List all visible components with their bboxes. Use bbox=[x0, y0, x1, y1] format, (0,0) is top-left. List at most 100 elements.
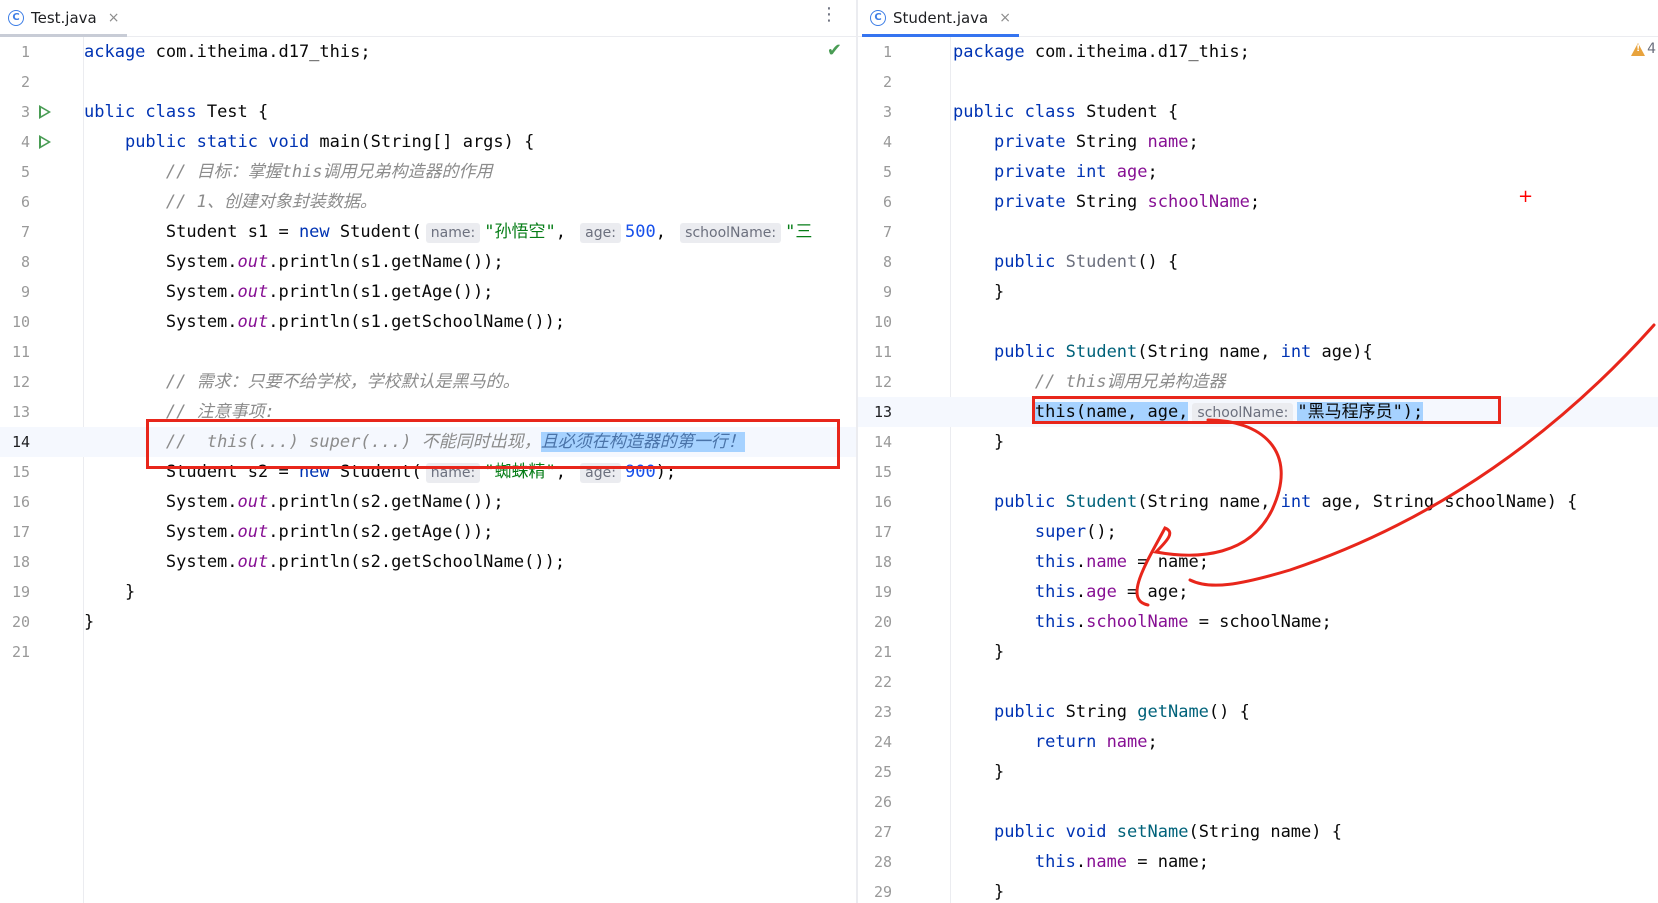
line-number[interactable]: 21 bbox=[858, 637, 892, 667]
line-number[interactable]: 2 bbox=[0, 67, 30, 97]
code-text[interactable]: } bbox=[84, 607, 94, 637]
code-line[interactable]: 19 } bbox=[0, 577, 856, 607]
code-text[interactable]: this.name = name; bbox=[953, 547, 1209, 577]
line-number[interactable]: 20 bbox=[0, 607, 30, 637]
code-line[interactable]: 12 // 需求：只要不给学校，学校默认是黑马的。 bbox=[0, 367, 856, 397]
code-line[interactable]: 23 public String getName() { bbox=[858, 697, 1658, 727]
code-line[interactable]: 3 ublic class Test { bbox=[0, 97, 856, 127]
line-number[interactable]: 4 bbox=[0, 127, 30, 157]
code-line[interactable]: 10 System.out.println(s1.getSchoolName()… bbox=[0, 307, 856, 337]
code-text[interactable]: // 1、创建对象封装数据。 bbox=[84, 187, 377, 217]
line-number[interactable]: 1 bbox=[0, 37, 30, 67]
code-text[interactable]: public String getName() { bbox=[953, 697, 1250, 727]
code-line[interactable]: 17 super(); bbox=[858, 517, 1658, 547]
line-number[interactable]: 22 bbox=[858, 667, 892, 697]
code-line[interactable]: 29 } bbox=[858, 877, 1658, 903]
code-text[interactable]: System.out.println(s2.getSchoolName()); bbox=[84, 547, 565, 577]
code-text[interactable]: this.name = name; bbox=[953, 847, 1209, 877]
code-line[interactable]: 8 public Student() { bbox=[858, 247, 1658, 277]
line-number[interactable]: 13 bbox=[858, 397, 892, 427]
line-number[interactable]: 18 bbox=[858, 547, 892, 577]
code-line[interactable]: 6 private String schoolName; bbox=[858, 187, 1658, 217]
code-text[interactable]: } bbox=[953, 877, 1004, 903]
line-number[interactable]: 28 bbox=[858, 847, 892, 877]
line-number[interactable]: 21 bbox=[0, 637, 30, 667]
code-line[interactable]: 3 public class Student { bbox=[858, 97, 1658, 127]
code-text[interactable]: } bbox=[953, 427, 1004, 457]
code-line[interactable]: 20 this.schoolName = schoolName; bbox=[858, 607, 1658, 637]
code-text[interactable]: Student s1 = new Student(name: "孙悟空", age… bbox=[84, 217, 812, 247]
code-line[interactable]: 5 private int age; bbox=[858, 157, 1658, 187]
code-text[interactable]: // this调用兄弟构造器 bbox=[953, 367, 1226, 397]
line-number[interactable]: 13 bbox=[0, 397, 30, 427]
code-line[interactable]: 20} bbox=[0, 607, 856, 637]
line-number[interactable]: 5 bbox=[0, 157, 30, 187]
line-number[interactable]: 26 bbox=[858, 787, 892, 817]
code-line[interactable]: 1 package com.itheima.d17_this; bbox=[858, 37, 1658, 67]
code-line[interactable]: 13 // 注意事项: bbox=[0, 397, 856, 427]
code-line[interactable]: 21 } bbox=[858, 637, 1658, 667]
code-line[interactable]: 19 this.age = age; bbox=[858, 577, 1658, 607]
code-text[interactable]: private String name; bbox=[953, 127, 1199, 157]
code-line[interactable]: 15 bbox=[858, 457, 1658, 487]
line-number[interactable]: 2 bbox=[858, 67, 892, 97]
code-text[interactable]: System.out.println(s2.getAge()); bbox=[84, 517, 494, 547]
code-line[interactable]: 2 bbox=[858, 67, 1658, 97]
code-line[interactable]: 10 bbox=[858, 307, 1658, 337]
code-line[interactable]: 8 System.out.println(s1.getName()); bbox=[0, 247, 856, 277]
code-text[interactable]: } bbox=[953, 277, 1004, 307]
code-line[interactable]: 15 Student s2 = new Student(name: "蜘蛛精", … bbox=[0, 457, 856, 487]
code-line[interactable]: 22 bbox=[858, 667, 1658, 697]
code-text[interactable]: ublic class Test { bbox=[84, 97, 268, 127]
code-line[interactable]: 12 // this调用兄弟构造器 bbox=[858, 367, 1658, 397]
line-number[interactable]: 11 bbox=[0, 337, 30, 367]
line-number[interactable]: 19 bbox=[858, 577, 892, 607]
line-number[interactable]: 8 bbox=[0, 247, 30, 277]
run-icon[interactable] bbox=[38, 134, 52, 150]
code-text[interactable]: } bbox=[84, 577, 135, 607]
code-text[interactable]: public void setName(String name) { bbox=[953, 817, 1342, 847]
code-line[interactable]: 16 public Student(String name, int age, … bbox=[858, 487, 1658, 517]
line-number[interactable]: 3 bbox=[858, 97, 892, 127]
line-number[interactable]: 15 bbox=[858, 457, 892, 487]
line-number[interactable]: 17 bbox=[0, 517, 30, 547]
code-line[interactable]: 16 System.out.println(s2.getName()); bbox=[0, 487, 856, 517]
code-line[interactable]: 4 private String name; bbox=[858, 127, 1658, 157]
close-icon[interactable]: × bbox=[108, 10, 120, 26]
more-options-icon[interactable]: ⋮ bbox=[820, 4, 838, 25]
code-text[interactable]: public Student(String name, int age, Str… bbox=[953, 487, 1577, 517]
code-line[interactable]: 27 public void setName(String name) { bbox=[858, 817, 1658, 847]
code-line[interactable]: 7 Student s1 = new Student(name: "孙悟空", a… bbox=[0, 217, 856, 247]
line-number[interactable]: 16 bbox=[858, 487, 892, 517]
check-icon[interactable]: ✔ bbox=[827, 40, 842, 61]
code-line[interactable]: 6 // 1、创建对象封装数据。 bbox=[0, 187, 856, 217]
line-number[interactable]: 12 bbox=[858, 367, 892, 397]
code-text[interactable]: // 需求：只要不给学校，学校默认是黑马的。 bbox=[84, 367, 520, 397]
code-line[interactable]: 14 } bbox=[858, 427, 1658, 457]
code-line[interactable]: 4 public static void main(String[] args)… bbox=[0, 127, 856, 157]
line-number[interactable]: 24 bbox=[858, 727, 892, 757]
code-text[interactable]: // this(...) super(...) 不能同时出现，且必须在构造器的第… bbox=[84, 427, 745, 457]
code-text[interactable]: super(); bbox=[953, 517, 1117, 547]
line-number[interactable]: 7 bbox=[858, 217, 892, 247]
line-number[interactable]: 29 bbox=[858, 877, 892, 903]
line-number[interactable]: 16 bbox=[0, 487, 30, 517]
code-text[interactable]: System.out.println(s1.getName()); bbox=[84, 247, 504, 277]
line-number[interactable]: 12 bbox=[0, 367, 30, 397]
code-text[interactable]: System.out.println(s2.getName()); bbox=[84, 487, 504, 517]
tab-student-java[interactable]: C Student.java × bbox=[862, 0, 1019, 37]
code-line[interactable]: 1 ackage com.itheima.d17_this; bbox=[0, 37, 856, 67]
code-line[interactable]: 5 // 目标：掌握this调用兄弟构造器的作用 bbox=[0, 157, 856, 187]
line-number[interactable]: 15 bbox=[0, 457, 30, 487]
code-text[interactable]: } bbox=[953, 637, 1004, 667]
line-number[interactable]: 7 bbox=[0, 217, 30, 247]
code-line[interactable]: 25 } bbox=[858, 757, 1658, 787]
code-line[interactable]: 17 System.out.println(s2.getAge()); bbox=[0, 517, 856, 547]
code-text[interactable]: public Student() { bbox=[953, 247, 1178, 277]
code-text[interactable]: private int age; bbox=[953, 157, 1158, 187]
code-line[interactable]: 9 System.out.println(s1.getAge()); bbox=[0, 277, 856, 307]
code-line[interactable]: 28 this.name = name; bbox=[858, 847, 1658, 877]
line-number[interactable]: 14 bbox=[0, 427, 30, 457]
tab-test-java[interactable]: C Test.java × bbox=[0, 0, 128, 37]
code-line[interactable]: 26 bbox=[858, 787, 1658, 817]
